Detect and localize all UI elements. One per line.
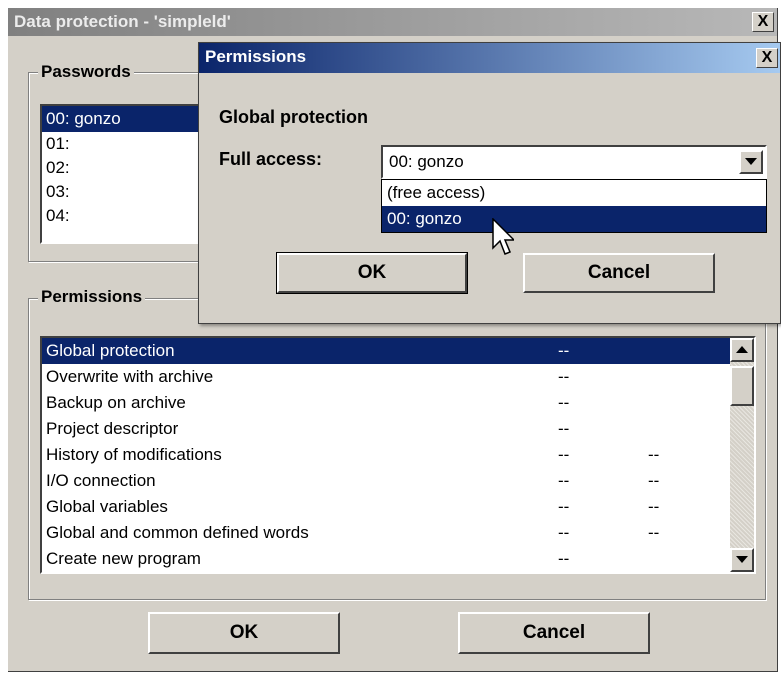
permissions-group-label: Permissions <box>38 287 146 307</box>
passwords-group-label: Passwords <box>38 62 134 82</box>
permission-full: -- <box>558 341 570 360</box>
permission-full: -- <box>558 393 570 412</box>
scroll-down-icon <box>736 556 748 563</box>
passwords-list[interactable]: 00: gonzo 01: 02: 03: 04: <box>40 104 220 244</box>
main-dialog-title: Data protection - 'simpleld' <box>14 12 231 31</box>
permission-row[interactable]: Global variables -- -- <box>42 494 754 520</box>
scrollbar-thumb[interactable] <box>730 366 754 406</box>
full-access-dropdown[interactable]: (free access) 00: gonzo <box>381 179 767 233</box>
scroll-down-button[interactable] <box>730 548 754 572</box>
combo-dropdown-button[interactable] <box>739 150 763 174</box>
permissions-dialog-title: Permissions <box>205 47 307 66</box>
permission-name: Create new program <box>46 549 201 568</box>
permission-name: Backup on archive <box>46 393 186 412</box>
permission-name: Global variables <box>46 497 168 516</box>
permission-read: -- <box>648 497 660 516</box>
password-item[interactable]: 02: <box>42 156 218 180</box>
permissions-dialog: Permissions X Global protection Full acc… <box>198 42 781 324</box>
permissions-list[interactable]: Global protection -- Overwrite with arch… <box>40 336 756 574</box>
combo-arrow-icon <box>745 158 757 165</box>
permissions-ok-button[interactable]: OK <box>276 252 468 294</box>
permission-read: -- <box>648 523 660 542</box>
full-access-label: Full access: <box>219 149 323 169</box>
permission-name: Overwrite with archive <box>46 367 214 386</box>
dropdown-option[interactable]: 00: gonzo <box>382 206 766 232</box>
permission-row[interactable]: Backup on archive -- <box>42 390 754 416</box>
permission-full: -- <box>558 367 570 386</box>
permission-full: -- <box>558 471 570 490</box>
permission-name: Global and common defined words <box>46 523 309 542</box>
permission-read: -- <box>648 445 660 464</box>
permissions-title-bar[interactable]: Permissions X <box>199 43 780 73</box>
main-close-button[interactable]: X <box>752 12 774 32</box>
permission-full: -- <box>558 419 570 438</box>
permission-full: -- <box>558 497 570 516</box>
close-icon: X <box>761 49 773 66</box>
password-item[interactable]: 01: <box>42 132 218 156</box>
permissions-close-button[interactable]: X <box>756 48 778 68</box>
permission-row[interactable]: Project descriptor -- <box>42 416 754 442</box>
dropdown-option[interactable]: (free access) <box>382 180 766 206</box>
permission-row[interactable]: Global and common defined words -- -- <box>42 520 754 546</box>
permission-name: History of modifications <box>46 445 222 464</box>
mouse-pointer-icon <box>492 218 514 255</box>
permission-row[interactable]: I/O connection -- -- <box>42 468 754 494</box>
permission-full: -- <box>558 523 570 542</box>
permission-row[interactable]: History of modifications -- -- <box>42 442 754 468</box>
main-cancel-button[interactable]: Cancel <box>458 612 650 654</box>
combo-value: 00: gonzo <box>389 152 464 171</box>
password-item[interactable]: 04: <box>42 204 218 228</box>
main-title-bar[interactable]: Data protection - 'simpleld' X <box>8 8 777 36</box>
permission-read: -- <box>648 471 660 490</box>
full-access-combobox[interactable]: 00: gonzo <box>381 145 767 179</box>
permission-name: Project descriptor <box>46 419 179 438</box>
main-ok-button[interactable]: OK <box>148 612 340 654</box>
permissions-scrollbar[interactable] <box>730 338 754 572</box>
scroll-up-icon <box>736 346 748 353</box>
permission-row[interactable]: Overwrite with archive -- <box>42 364 754 390</box>
scroll-up-button[interactable] <box>730 338 754 362</box>
permissions-cancel-button[interactable]: Cancel <box>523 253 715 293</box>
password-item[interactable]: 03: <box>42 180 218 204</box>
password-item[interactable]: 00: gonzo <box>42 106 218 132</box>
permission-row[interactable]: Global protection -- <box>42 338 754 364</box>
close-icon: X <box>757 13 769 30</box>
permission-full: -- <box>558 445 570 464</box>
permission-full: -- <box>558 549 570 568</box>
permission-name: I/O connection <box>46 471 156 490</box>
permission-row[interactable]: Create new program -- <box>42 546 754 572</box>
permission-name: Global protection <box>46 341 175 360</box>
section-label: Global protection <box>219 107 369 127</box>
